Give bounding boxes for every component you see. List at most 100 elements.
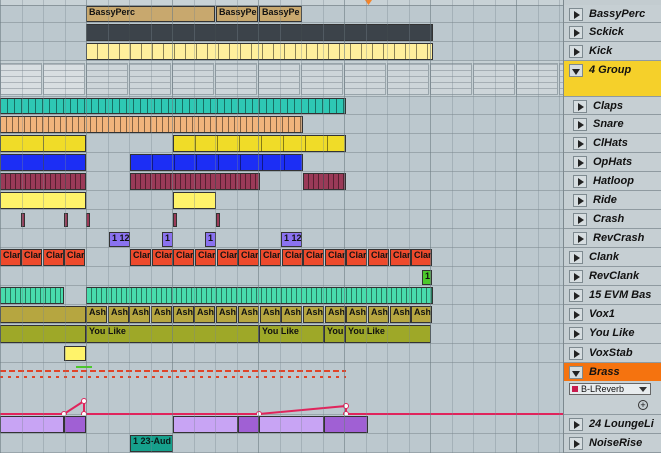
track-header-clhats[interactable]: ClHats: [564, 134, 661, 153]
clip-ophats[interactable]: [130, 154, 303, 171]
arrangement-lane[interactable]: [0, 210, 563, 229]
clip-clank[interactable]: Clar: [325, 249, 346, 266]
track-header-15-evm-bas[interactable]: 15 EVM Bas: [564, 286, 661, 305]
group-preview-clip[interactable]: [430, 63, 472, 95]
triangle-right-icon[interactable]: [573, 156, 587, 169]
clip-vox1[interactable]: Ash: [325, 306, 346, 323]
clip-vox1[interactable]: Ash: [86, 306, 107, 323]
group-preview-clip[interactable]: [215, 63, 257, 95]
clip-sckick[interactable]: [86, 24, 433, 41]
triangle-right-icon[interactable]: [569, 251, 583, 264]
clip-clank[interactable]: Clar: [43, 249, 64, 266]
device-chooser[interactable]: B-LReverb: [569, 383, 651, 395]
track-header-snare[interactable]: Snare: [564, 115, 661, 134]
clip-vox1[interactable]: Ash: [108, 306, 129, 323]
clip-vox1[interactable]: Ash: [216, 306, 237, 323]
triangle-right-icon[interactable]: [573, 194, 587, 207]
clip-evm-bass[interactable]: [0, 287, 64, 304]
arrangement-lane[interactable]: [0, 434, 563, 453]
triangle-right-icon[interactable]: [569, 418, 583, 431]
triangle-right-icon[interactable]: [569, 327, 583, 340]
triangle-right-icon[interactable]: [573, 175, 587, 188]
track-header-24-loungeli[interactable]: 24 LoungeLi: [564, 415, 661, 434]
track-header-sckick[interactable]: Sckick: [564, 23, 661, 42]
triangle-right-icon[interactable]: [569, 270, 583, 283]
clip-revcrash[interactable]: 1 12: [109, 232, 130, 247]
clip-revcrash[interactable]: 1 12: [281, 232, 302, 247]
arrangement-area[interactable]: BassyPerc BassyPe BassyPe 1 12 1 1 1 12 Clar Cla…: [0, 0, 563, 453]
triangle-right-icon[interactable]: [569, 8, 583, 21]
track-header-ride[interactable]: Ride: [564, 191, 661, 210]
clip-clank[interactable]: Clar: [64, 249, 85, 266]
track-header-clank[interactable]: Clank: [564, 248, 661, 267]
track-header-bassyperc[interactable]: BassyPerc: [564, 5, 661, 23]
clip-clank[interactable]: Clar: [238, 249, 259, 266]
clip-vox1[interactable]: Ash: [129, 306, 150, 323]
track-header-noiserise[interactable]: NoiseRise: [564, 434, 661, 453]
group-preview-clip[interactable]: [43, 63, 85, 95]
track-header-claps[interactable]: Claps: [564, 97, 661, 115]
clip-you-like[interactable]: You Like: [345, 325, 431, 343]
clip-clank[interactable]: Clar: [173, 249, 194, 266]
clip-lounge[interactable]: [259, 416, 324, 433]
clip-clank[interactable]: Clar: [130, 249, 151, 266]
clip-crash[interactable]: [173, 213, 177, 227]
brass-automation[interactable]: [0, 363, 563, 415]
group-preview-clip[interactable]: [387, 63, 429, 95]
triangle-right-icon[interactable]: [569, 26, 583, 39]
clip-vox1[interactable]: Ash: [260, 306, 281, 323]
track-header-voxstab[interactable]: VoxStab: [564, 344, 661, 363]
track-header-vox1[interactable]: Vox1: [564, 305, 661, 324]
triangle-right-icon[interactable]: [569, 347, 583, 360]
clip-vox1[interactable]: Ash: [411, 306, 432, 323]
clip-clank[interactable]: Clar: [303, 249, 324, 266]
clip-lounge[interactable]: [173, 416, 238, 433]
group-preview-clip[interactable]: [301, 63, 343, 95]
clip-clank[interactable]: Clar: [390, 249, 411, 266]
clip-vox1[interactable]: Ash: [281, 306, 302, 323]
track-header-ophats[interactable]: OpHats: [564, 153, 661, 172]
track-header-revclank[interactable]: RevClank: [564, 267, 661, 286]
clip-vox1[interactable]: Ash: [368, 306, 389, 323]
group-preview-clip[interactable]: [172, 63, 214, 95]
clip-clank[interactable]: Clar: [0, 249, 21, 266]
arrangement-lane[interactable]: [0, 267, 563, 286]
clip-vox1[interactable]: Ash: [151, 306, 172, 323]
group-preview-clip[interactable]: [344, 63, 386, 95]
track-header-brass[interactable]: Brass B-LReverb +: [564, 363, 661, 415]
triangle-right-icon[interactable]: [573, 100, 587, 113]
group-preview-clip[interactable]: [473, 63, 515, 95]
clip-lounge[interactable]: [238, 416, 259, 433]
clip-you-like[interactable]: You: [324, 325, 345, 343]
track-header-hatloop[interactable]: Hatloop: [564, 172, 661, 191]
clip-clank[interactable]: Clar: [411, 249, 432, 266]
triangle-down-icon[interactable]: [569, 366, 583, 379]
clip-vox1[interactable]: Ash: [194, 306, 215, 323]
clip-clank[interactable]: Clar: [21, 249, 42, 266]
clip-hatloop[interactable]: [130, 173, 260, 190]
group-preview-clip[interactable]: [86, 63, 128, 95]
clip-lounge[interactable]: [0, 416, 64, 433]
clip-clank[interactable]: Clar: [282, 249, 303, 266]
plus-circle-icon[interactable]: +: [638, 400, 648, 410]
clip-kick[interactable]: [86, 43, 433, 60]
triangle-right-icon[interactable]: [569, 289, 583, 302]
track-header-revcrash[interactable]: RevCrash: [564, 229, 661, 248]
clip-clank[interactable]: Clar: [346, 249, 367, 266]
clip-evm-bass[interactable]: [86, 287, 433, 304]
group-preview-clip[interactable]: [258, 63, 300, 95]
triangle-right-icon[interactable]: [573, 137, 587, 150]
triangle-down-icon[interactable]: [569, 64, 583, 77]
clip-you-like[interactable]: You Like: [259, 325, 324, 343]
track-header-kick[interactable]: Kick: [564, 42, 661, 61]
clip-voxstab[interactable]: [64, 346, 86, 361]
triangle-right-icon[interactable]: [573, 213, 587, 226]
clip-lounge[interactable]: [324, 416, 368, 433]
triangle-right-icon[interactable]: [573, 232, 587, 245]
clip-clank[interactable]: Clar: [152, 249, 173, 266]
clip-vox1[interactable]: Ash: [173, 306, 194, 323]
clip-hatloop[interactable]: [303, 173, 346, 190]
clip-clank[interactable]: Clar: [260, 249, 281, 266]
clip-vox1[interactable]: Ash: [390, 306, 411, 323]
clip-crash[interactable]: [216, 213, 220, 227]
